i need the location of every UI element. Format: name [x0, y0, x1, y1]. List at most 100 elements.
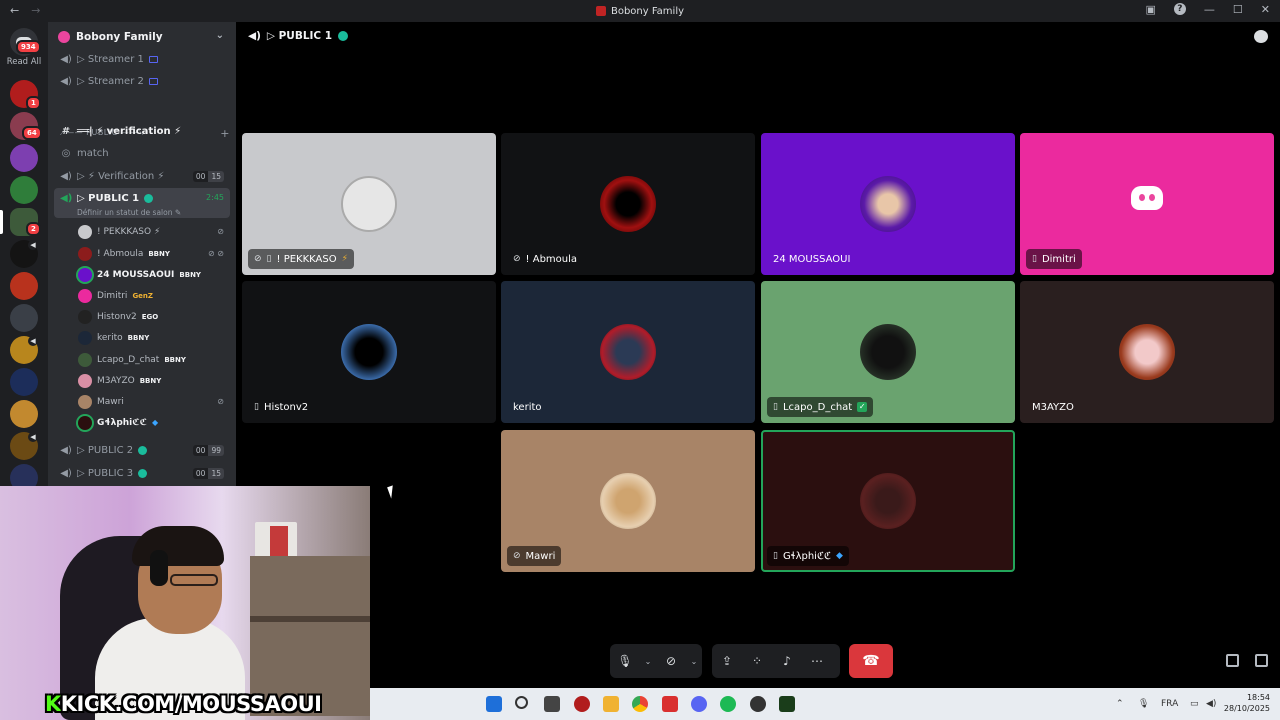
participant-tile[interactable]: kerito [501, 281, 755, 423]
microphone-icon[interactable]: 🎙 [1138, 699, 1149, 709]
muted-icon: ⊘ [217, 227, 224, 236]
minimize-button[interactable]: — [1204, 3, 1215, 16]
avatar [78, 224, 92, 239]
voice-channel-public-2[interactable]: ◀) ▷ PUBLIC 2 00 99 [54, 440, 230, 460]
server-icon[interactable] [10, 368, 38, 396]
voice-channel-verification[interactable]: ◀) ▷ ⚡ Verification ⚡ 00 15 [54, 166, 230, 186]
call-duration: 2:45 [206, 193, 224, 202]
discord-logo-icon [1131, 186, 1163, 210]
text-channel-verification[interactable]: # ══| ⚡ verification ⚡ [54, 121, 230, 141]
server-icon[interactable] [10, 304, 38, 332]
microphone-icon[interactable]: 🎙 [610, 644, 640, 678]
streamer-webcam: KKICK.COM/MOUSSAOUI [0, 486, 370, 720]
participant-tile[interactable]: ⊘ ▯ ! PEKKKASO ⚡ [242, 133, 496, 275]
inbox-icon[interactable]: ▣ [1146, 3, 1156, 16]
server-badge: 64 [22, 126, 42, 140]
language-indicator[interactable]: FRA [1161, 699, 1178, 709]
voice-channel-streamer-2[interactable]: ◀) ▷ Streamer 2 [54, 71, 230, 91]
voice-channel-streamer-1[interactable]: ◀) ▷ Streamer 1 [54, 49, 230, 69]
server-icon[interactable] [10, 176, 38, 204]
voice-icon: ◀) [60, 75, 72, 87]
chevron-down-icon[interactable]: ⌄ [640, 657, 656, 666]
network-icon[interactable]: ▭ [1190, 699, 1199, 709]
disconnect-button[interactable]: ☎ [849, 644, 893, 678]
voice-user[interactable]: kerito BBNY [78, 328, 228, 347]
channel-label: ▷ PUBLIC 1 [77, 193, 140, 204]
server-icon[interactable] [10, 272, 38, 300]
participant-tile[interactable]: ⊘ ! Abmoula [501, 133, 755, 275]
start-icon[interactable] [486, 696, 502, 712]
kick-icon[interactable] [779, 696, 795, 712]
server-header[interactable]: Bobony Family ⌄ [48, 22, 236, 52]
voice-user[interactable]: Histonv2 EGO [78, 307, 228, 326]
voice-user[interactable]: ! PEKKKASO ⚡ ⊘ [78, 222, 228, 241]
camera-off-icon: ⊘ [513, 254, 521, 264]
diamond-icon: ◆ [836, 551, 843, 561]
search-icon[interactable] [515, 696, 528, 709]
channel-status-prompt[interactable]: Définir un statut de salon ✎ [77, 208, 181, 217]
app-icon[interactable] [662, 696, 678, 712]
participant-tile[interactable]: ▯ Dimitri [1020, 133, 1274, 275]
window-titlebar: ← → Bobony Family ▣ ? — ☐ ✕ [0, 0, 1280, 22]
avatar [78, 352, 92, 367]
avatar [600, 324, 656, 380]
soundboard-icon[interactable]: ♪ [772, 644, 802, 678]
app-icon[interactable] [574, 696, 590, 712]
chevron-down-icon[interactable]: ⌄ [216, 30, 224, 41]
server-icon[interactable] [10, 144, 38, 172]
participant-tile[interactable]: M3AYZO [1020, 281, 1274, 423]
speaker-icon: ◀ [28, 240, 38, 250]
hash-icon: # [61, 125, 71, 137]
chrome-icon[interactable] [632, 696, 648, 712]
file-explorer-icon[interactable] [603, 696, 619, 712]
volume-icon[interactable]: ◀) [1206, 699, 1216, 709]
window-controls: ▣ ? — ☐ ✕ [1146, 3, 1270, 16]
help-icon[interactable]: ? [1173, 3, 1186, 15]
voice-user[interactable]: ! Abmoula BBNY ⊘ ⊘ [78, 244, 228, 263]
mobile-icon: ▯ [1032, 254, 1037, 264]
participant-tile[interactable]: ▯ Gɬλphiℭℭ ◆ [761, 430, 1015, 572]
server-icon[interactable] [10, 400, 38, 428]
screen-share-icon[interactable]: ⇪ [712, 644, 742, 678]
spotify-icon[interactable] [720, 696, 736, 712]
popout-icon[interactable] [1226, 654, 1239, 667]
close-button[interactable]: ✕ [1261, 3, 1270, 16]
participant-tile[interactable]: 24 MOUSSAOUI [761, 133, 1015, 275]
voice-user[interactable]: 24 MOUSSAOUI BBNY [78, 265, 228, 284]
more-options-icon[interactable]: ⋯ [802, 644, 832, 678]
clock[interactable]: 18:54 28/10/2025 [1224, 692, 1270, 714]
discord-icon[interactable] [691, 696, 707, 712]
avatar [78, 415, 92, 430]
voice-channel-public-3[interactable]: ◀) ▷ PUBLIC 3 00 15 [54, 463, 230, 483]
maximize-button[interactable]: ☐ [1233, 3, 1243, 16]
obs-icon[interactable] [750, 696, 766, 712]
voice-user-name: 24 MOUSSAOUI [97, 269, 175, 280]
voice-user[interactable]: Dimitri GenZ [78, 286, 228, 305]
participant-tile[interactable]: ▯ Histonv2 [242, 281, 496, 423]
camera-off-icon[interactable]: ⊘ [656, 644, 686, 678]
glasses [170, 574, 218, 586]
activities-icon[interactable]: ⁘ [742, 644, 772, 678]
chevron-up-icon[interactable]: ⌃ [1116, 699, 1124, 709]
muted-icon: ⊘ [254, 254, 262, 264]
muted-icon: ⊘ [513, 551, 521, 561]
avatar [600, 473, 656, 529]
task-view-icon[interactable] [544, 696, 560, 712]
chevron-down-icon[interactable]: ⌄ [686, 657, 702, 666]
read-all-button[interactable]: Read All [0, 57, 48, 67]
forum-channel-match[interactable]: ◎ match [54, 143, 230, 163]
participant-tile[interactable]: ▯ Lcapo_D_chat ✓ [761, 281, 1015, 423]
window-title-text: Bobony Family [610, 5, 685, 17]
chat-icon[interactable] [1254, 30, 1268, 43]
channel-label: ▷ Streamer 2 [77, 75, 144, 87]
server-name: Bobony Family [76, 31, 163, 43]
voice-user[interactable]: Gɬλphiℭℭ ◆ [78, 413, 228, 432]
globe-icon [144, 194, 154, 203]
voice-user[interactable]: Lcapo_D_chat BBNY [78, 350, 228, 369]
fullscreen-icon[interactable] [1255, 654, 1268, 667]
user-limit-badge: 00 99 [192, 444, 224, 456]
voice-user[interactable]: Mawri ⊘ [78, 392, 228, 411]
voice-user[interactable]: M3AYZO BBNY [78, 371, 228, 390]
forum-icon: ◎ [61, 147, 71, 159]
participant-tile[interactable]: ⊘ Mawri [501, 430, 755, 572]
